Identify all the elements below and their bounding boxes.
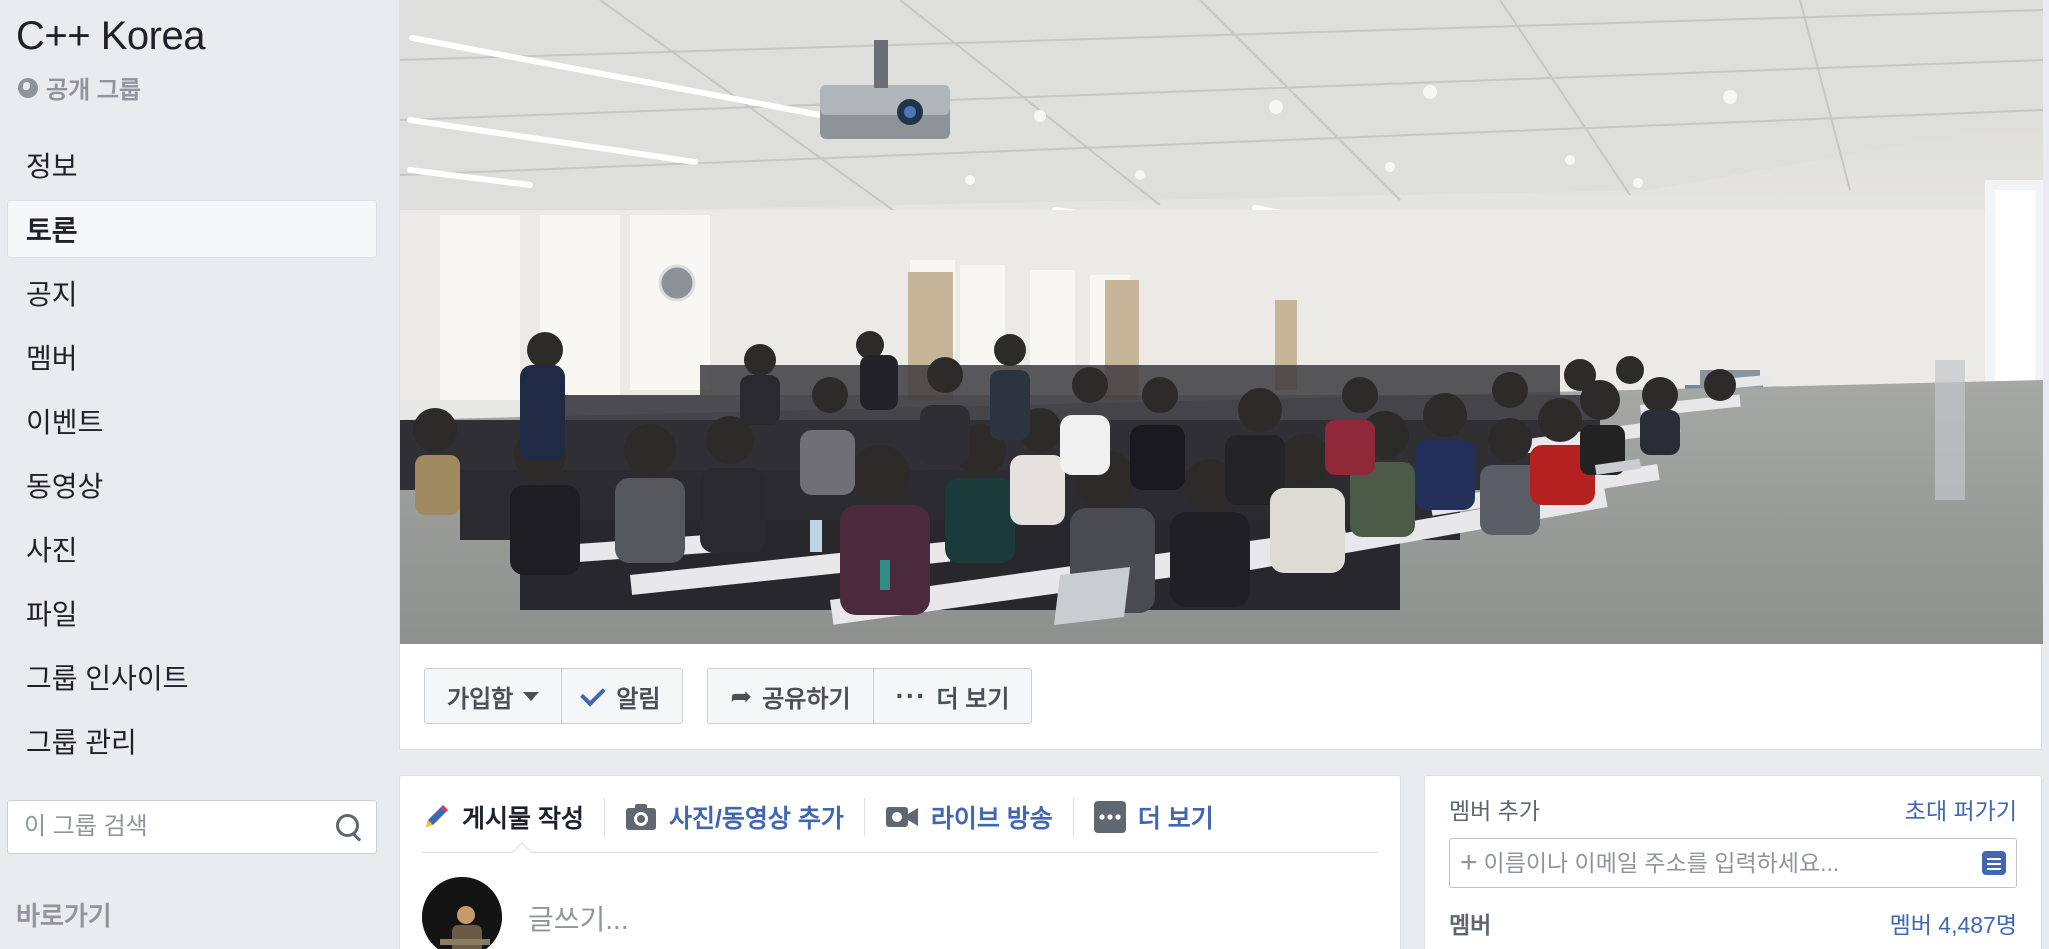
group-name[interactable]: C++ Korea — [16, 14, 205, 59]
add-member-field: + — [1449, 838, 2017, 888]
composer-divider — [422, 852, 1378, 853]
avatar-image — [422, 877, 502, 949]
members-panel: 멤버 추가 초대 퍼가기 + 멤버 멤버 4,487명 — [1424, 775, 2042, 949]
more-label: 더 보기 — [936, 685, 1010, 713]
tab-more[interactable]: 더 보기 — [1074, 794, 1234, 840]
cover-photo[interactable] — [400, 0, 2043, 644]
member-count-link[interactable]: 멤버 4,487명 — [1890, 906, 2017, 940]
group-privacy-label: 공개 그룹 — [46, 77, 141, 104]
sidebar-item-events[interactable]: 이벤트 — [7, 392, 377, 450]
plus-icon: + — [1460, 846, 1478, 879]
tab-more-label: 더 보기 — [1137, 805, 1214, 833]
more-dots-icon: ··· — [895, 680, 927, 711]
sidebar-item-discussion[interactable]: 토론 — [7, 200, 377, 258]
share-button[interactable]: ➦ 공유하기 — [708, 669, 874, 723]
active-tab-indicator — [512, 842, 532, 862]
group-nav: 정보 토론 공지 멤버 이벤트 동영상 사진 파일 그룹 인사이트 그룹 관리 — [7, 136, 377, 776]
tab-write-post[interactable]: 게시물 작성 — [422, 794, 604, 840]
composer-tabs: 게시물 작성 사진/동영상 추가 라이브 방송 더 보기 — [422, 794, 1234, 840]
share-arrow-icon: ➦ — [730, 680, 753, 711]
check-icon — [580, 681, 606, 707]
group-search — [7, 800, 377, 854]
video-camera-icon — [885, 807, 918, 827]
joined-label: 가입함 — [447, 685, 514, 713]
add-member-input[interactable] — [1483, 849, 1982, 877]
tab-add-photo-video[interactable]: 사진/동영상 추가 — [605, 794, 864, 840]
chevron-down-icon — [523, 691, 540, 701]
search-icon[interactable] — [334, 812, 360, 842]
share-more-buttons: ➦ 공유하기 ··· 더 보기 — [707, 668, 1033, 724]
tab-live-video-label: 라이브 방송 — [930, 805, 1053, 833]
sidebar-item-photos[interactable]: 사진 — [7, 520, 377, 578]
members-footer: 멤버 멤버 4,487명 — [1449, 906, 2017, 940]
avatar[interactable] — [422, 877, 502, 949]
post-composer: 게시물 작성 사진/동영상 추가 라이브 방송 더 보기 글쓰기... — [399, 775, 1401, 949]
composer-input[interactable]: 글쓰기... — [528, 898, 629, 938]
left-sidebar: C++ Korea 공개 그룹 정보 토론 공지 멤버 이벤트 동영상 사진 파… — [0, 0, 392, 949]
add-members-label: 멤버 추가 — [1449, 798, 1541, 824]
cover-card: 가입함 알림 ➦ 공유하기 ··· 더 보기 — [399, 0, 2043, 750]
tab-live-video[interactable]: 라이브 방송 — [865, 794, 1073, 840]
tab-write-post-label: 게시물 작성 — [462, 805, 584, 833]
group-search-input[interactable] — [24, 813, 334, 841]
sidebar-item-announcements[interactable]: 공지 — [7, 264, 377, 322]
sidebar-item-about[interactable]: 정보 — [7, 136, 377, 194]
membership-buttons: 가입함 알림 — [424, 668, 684, 724]
tab-add-photo-video-label: 사진/동영상 추가 — [668, 805, 844, 833]
sidebar-item-manage-group[interactable]: 그룹 관리 — [7, 712, 377, 770]
cover-photo-image — [400, 0, 2043, 644]
group-action-bar: 가입함 알림 ➦ 공유하기 ··· 더 보기 — [424, 668, 1033, 724]
sidebar-item-videos[interactable]: 동영상 — [7, 456, 377, 514]
joined-button[interactable]: 가입함 — [425, 669, 563, 723]
sidebar-item-files[interactable]: 파일 — [7, 584, 377, 642]
members-label: 멤버 — [1449, 912, 1492, 938]
sidebar-item-members[interactable]: 멤버 — [7, 328, 377, 386]
pencil-icon — [426, 805, 448, 827]
notifications-label: 알림 — [616, 685, 661, 713]
notifications-button[interactable]: 알림 — [562, 669, 682, 723]
add-members-header: 멤버 추가 초대 퍼가기 — [1449, 792, 2017, 826]
more-button[interactable]: ··· 더 보기 — [874, 669, 1032, 723]
contact-list-icon[interactable] — [1982, 851, 2006, 875]
camera-icon — [625, 804, 656, 830]
group-privacy: 공개 그룹 — [18, 70, 141, 105]
invite-link[interactable]: 초대 퍼가기 — [1905, 792, 2017, 826]
sidebar-item-group-insights[interactable]: 그룹 인사이트 — [7, 648, 377, 706]
shortcuts-heading: 바로가기 — [16, 901, 112, 931]
more-dots-icon — [1093, 801, 1126, 833]
share-label: 공유하기 — [762, 685, 851, 713]
globe-icon — [18, 77, 38, 98]
